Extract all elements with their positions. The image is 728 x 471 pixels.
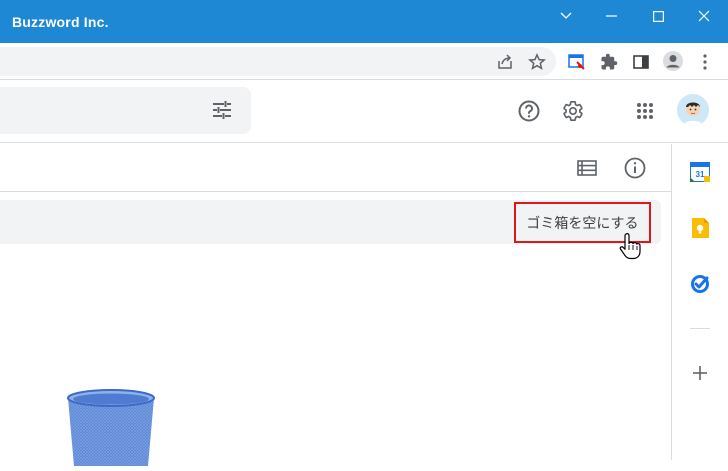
- settings-icon[interactable]: [559, 97, 587, 125]
- puzzle-icon[interactable]: [597, 50, 621, 74]
- extension-capture-icon[interactable]: [565, 50, 589, 74]
- side-panel: 31: [671, 144, 728, 460]
- trash-banner: ゴミ箱を空にする: [0, 200, 661, 244]
- close-icon[interactable]: [681, 0, 727, 32]
- apps-grid-icon[interactable]: [631, 97, 659, 125]
- tasks-icon[interactable]: [688, 272, 712, 296]
- chevron-down-icon[interactable]: [543, 0, 589, 32]
- side-panel-icon[interactable]: [629, 50, 653, 74]
- browser-toolbar: [0, 43, 728, 80]
- calendar-day-number: 31: [696, 170, 705, 179]
- calendar-icon[interactable]: 31: [688, 160, 712, 184]
- maximize-icon[interactable]: [635, 0, 681, 32]
- main-toolbar: [0, 144, 671, 192]
- minimize-icon[interactable]: [589, 0, 635, 32]
- info-icon[interactable]: [621, 154, 649, 182]
- hand-cursor-icon: [618, 232, 644, 265]
- tune-icon[interactable]: [208, 96, 236, 124]
- window-title: Buzzword Inc.: [12, 14, 109, 30]
- share-icon[interactable]: [493, 50, 517, 74]
- keep-icon[interactable]: [688, 216, 712, 240]
- trash-can-illustration: [60, 386, 162, 471]
- list-view-icon[interactable]: [573, 154, 601, 182]
- window-titlebar: Buzzword Inc.: [0, 0, 728, 43]
- add-icon[interactable]: [688, 361, 712, 385]
- search-bar[interactable]: [0, 87, 251, 134]
- more-vert-icon[interactable]: [693, 50, 717, 74]
- app-header: [0, 81, 728, 143]
- help-icon[interactable]: [515, 97, 543, 125]
- address-bar[interactable]: [0, 47, 556, 76]
- side-panel-divider: [690, 328, 710, 329]
- star-icon[interactable]: [525, 50, 549, 74]
- avatar[interactable]: [677, 94, 709, 126]
- profile-icon[interactable]: [661, 49, 685, 73]
